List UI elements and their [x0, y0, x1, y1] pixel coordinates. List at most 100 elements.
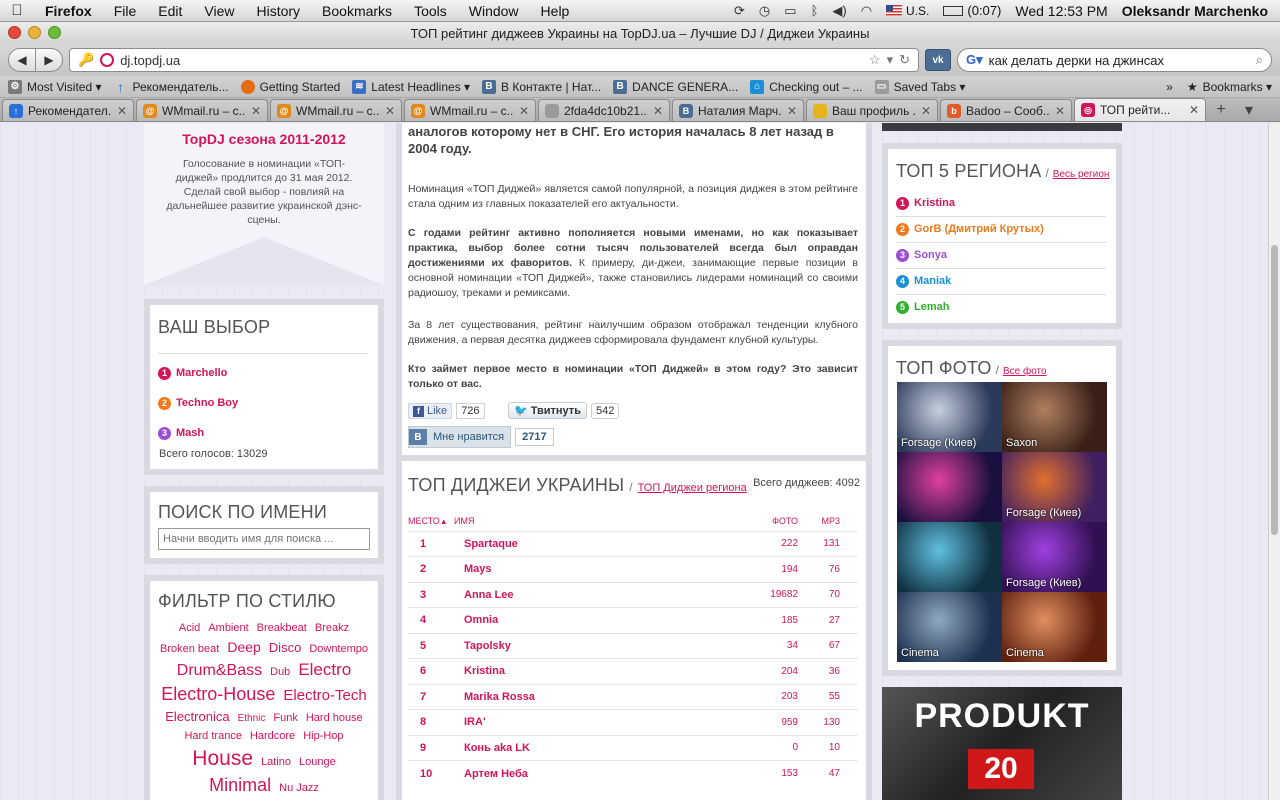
tab[interactable]: Ваш профиль ... ✕	[806, 99, 938, 121]
ranking-row[interactable]: 2 Mays 194 76	[408, 556, 858, 583]
style-tag[interactable]: Electro-Tech	[283, 685, 366, 707]
bookmark-getting-started[interactable]: Getting Started	[240, 79, 340, 94]
forward-button[interactable]: ▶	[35, 48, 63, 72]
scrollbar-thumb[interactable]	[1271, 245, 1278, 535]
sync-icon[interactable]: ⟳	[734, 3, 745, 19]
produkt-banner[interactable]: PRODUKT 20	[882, 687, 1122, 800]
photo-count[interactable]: 185	[748, 608, 808, 634]
menu-tools[interactable]: Tools	[403, 3, 458, 19]
mp3-count[interactable]: 10	[808, 735, 858, 761]
style-tag[interactable]: Electronica	[165, 707, 229, 727]
style-tag[interactable]: Breakz	[315, 619, 349, 637]
style-tag[interactable]: Nu Jazz	[279, 779, 319, 797]
vk-like-button[interactable]: В Мне нравится 2717	[408, 426, 554, 448]
ranking-row[interactable]: 4 Omnia 185 27	[408, 607, 858, 634]
name-search-input[interactable]	[158, 528, 370, 550]
menu-bookmarks[interactable]: Bookmarks	[311, 3, 403, 19]
tab-close-icon[interactable]: ✕	[385, 104, 395, 118]
new-tab-button[interactable]: +	[1208, 99, 1234, 121]
photo-tile[interactable]: Saxon	[1002, 382, 1107, 452]
mp3-count[interactable]: 47	[808, 761, 858, 787]
history-dropdown-icon[interactable]: ▾	[887, 52, 894, 68]
all-photos-link[interactable]: Все фото	[1003, 366, 1047, 377]
menu-window[interactable]: Window	[458, 3, 530, 19]
dj-name-link[interactable]: Anna Lee	[454, 582, 748, 608]
bookmark-saved-tabs[interactable]: ▭ Saved Tabs ▾	[874, 79, 965, 94]
tab[interactable]: 2fda4dc10b21... ✕	[538, 99, 670, 121]
style-tag[interactable]: Disco	[269, 638, 302, 658]
style-tag[interactable]: Dub	[270, 663, 290, 681]
tab[interactable]: @ WMmail.ru – с... ✕	[270, 99, 402, 121]
mp3-count[interactable]: 55	[808, 684, 858, 710]
style-tag[interactable]: Electro	[298, 658, 351, 682]
photo-tile[interactable]	[897, 452, 1002, 522]
top5-item[interactable]: 3 Sonya	[896, 243, 1106, 269]
menu-help[interactable]: Help	[530, 3, 581, 19]
column-mp3[interactable]: MP3	[808, 511, 858, 531]
mp3-count[interactable]: 131	[808, 531, 858, 557]
photo-count[interactable]: 153	[748, 761, 808, 787]
top5-item[interactable]: 2 GorB (Дмитрий Крутых)	[896, 217, 1106, 243]
clock[interactable]: Wed 12:53 PM	[1015, 3, 1107, 19]
photo-count[interactable]: 203	[748, 684, 808, 710]
top5-item[interactable]: 4 Maniak	[896, 269, 1106, 295]
top5-name[interactable]: GorB (Дмитрий Крутых)	[914, 223, 1044, 235]
dj-name-link[interactable]: Marika Rossa	[454, 684, 748, 710]
photo-tile[interactable]	[897, 522, 1002, 592]
style-tag[interactable]: Broken beat	[160, 640, 219, 658]
style-tag[interactable]: Ethnic	[238, 710, 266, 727]
menu-edit[interactable]: Edit	[147, 3, 193, 19]
battery-status[interactable]: (0:07)	[943, 3, 1001, 18]
site-identity-icon[interactable]: 🔑	[78, 52, 94, 68]
mp3-count[interactable]: 70	[808, 582, 858, 608]
menu-history[interactable]: History	[245, 3, 311, 19]
reload-icon[interactable]: ↻	[899, 52, 910, 68]
dj-name-link[interactable]: Kristina	[454, 659, 748, 685]
style-tag[interactable]: Ambient	[208, 619, 248, 637]
dj-name-link[interactable]: Артем Неба	[454, 761, 748, 787]
tab[interactable]: B Наталия Марч... ✕	[672, 99, 804, 121]
choice-name[interactable]: Marchello	[176, 367, 227, 379]
photo-tile[interactable]: Forsage (Киев)	[1002, 452, 1107, 522]
zoom-window-button[interactable]	[48, 26, 61, 39]
style-tag[interactable]: Downtempo	[309, 640, 368, 658]
style-tag[interactable]: Lounge	[299, 753, 336, 771]
photo-count[interactable]: 959	[748, 710, 808, 736]
apple-menu-icon[interactable]: 	[0, 2, 34, 19]
style-tag[interactable]: Hard trance	[184, 727, 241, 745]
bookmarks-overflow-icon[interactable]: »	[1166, 80, 1173, 94]
bookmark-recommender[interactable]: ↑ Рекомендатель...	[114, 79, 229, 95]
dj-name-link[interactable]: Spartaque	[454, 531, 748, 557]
column-photo[interactable]: ФОТО	[748, 511, 808, 531]
style-tag[interactable]: Minimal	[209, 773, 271, 798]
style-tag[interactable]: Acid	[179, 619, 200, 637]
ranking-row[interactable]: 6 Kristina 204 36	[408, 658, 858, 685]
whole-region-link[interactable]: Весь регион	[1053, 169, 1110, 180]
dj-name-link[interactable]: Tapolsky	[454, 633, 748, 659]
tweet-button[interactable]: 🐦 Твитнуть 542	[508, 402, 620, 419]
mp3-count[interactable]: 27	[808, 608, 858, 634]
style-tag[interactable]: Hardcore	[250, 727, 295, 745]
choice-item[interactable]: 2 Techno Boy	[158, 393, 368, 423]
style-tag[interactable]: House	[192, 745, 253, 773]
bluetooth-icon[interactable]: ᛒ	[811, 3, 819, 18]
menu-view[interactable]: View	[193, 3, 245, 19]
tab[interactable]: @ WMmail.ru – с... ✕	[404, 99, 536, 121]
mp3-count[interactable]: 130	[808, 710, 858, 736]
ranking-row[interactable]: 7 Marika Rossa 203 55	[408, 684, 858, 710]
top5-item[interactable]: 5 Lemah	[896, 295, 1106, 321]
choice-name[interactable]: Mash	[176, 427, 204, 439]
choice-item[interactable]: 1 Marchello	[158, 363, 368, 393]
photo-count[interactable]: 34	[748, 633, 808, 659]
bookmark-star-icon[interactable]: ☆	[869, 52, 881, 68]
top5-name[interactable]: Lemah	[914, 301, 949, 313]
top5-name[interactable]: Sonya	[914, 249, 947, 261]
photo-count[interactable]: 19682	[748, 582, 808, 608]
tab[interactable]: b Badoo – Сооб... ✕	[940, 99, 1072, 121]
bookmark-most-visited[interactable]: ⚙ Most Visited ▾	[8, 79, 102, 94]
close-window-button[interactable]	[8, 26, 21, 39]
bookmark-latest-headlines[interactable]: ≋ Latest Headlines ▾	[352, 79, 470, 94]
dj-name-link[interactable]: IRA'	[454, 710, 748, 736]
style-tag[interactable]: Deep	[227, 637, 260, 658]
top5-name[interactable]: Kristina	[914, 197, 955, 209]
